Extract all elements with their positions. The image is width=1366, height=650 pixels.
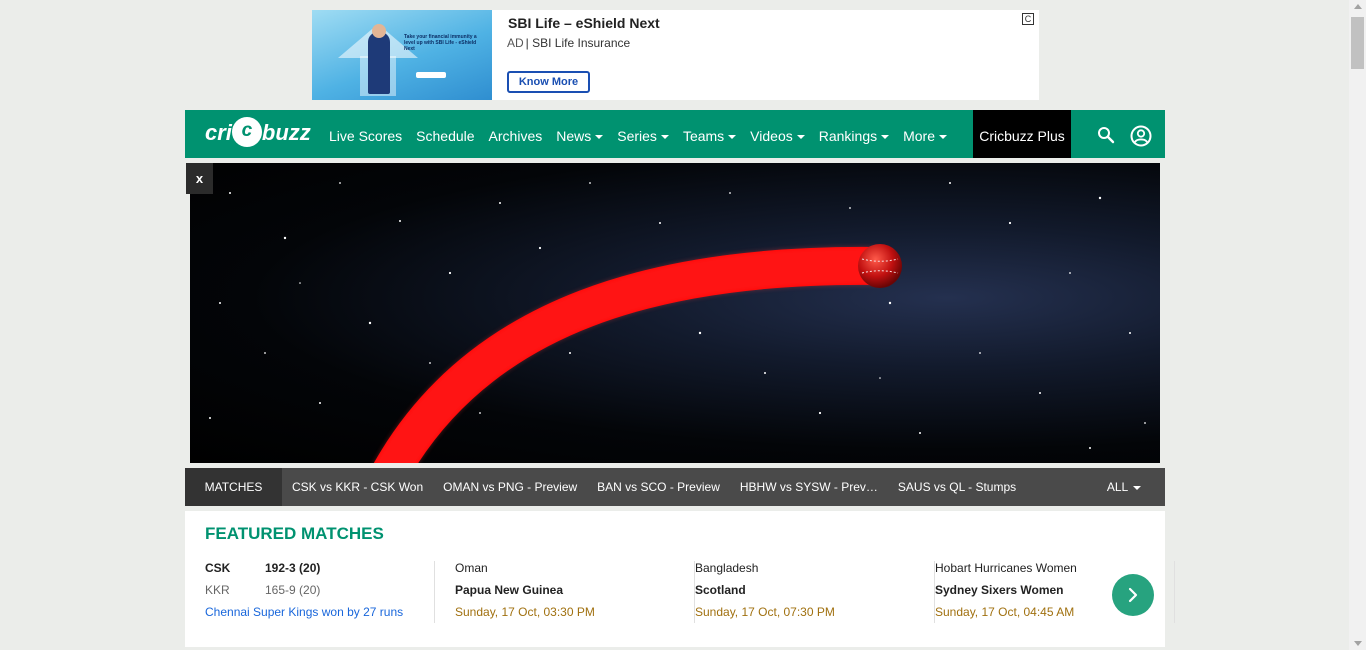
ad-image-text: Take your financial immunity a level up … bbox=[404, 34, 477, 52]
team-name: CSK bbox=[205, 561, 231, 575]
all-label: ALL bbox=[1106, 480, 1129, 494]
ad-title[interactable]: SBI Life – eShield Next bbox=[508, 15, 660, 31]
caret-down-icon bbox=[728, 135, 737, 140]
ad-banner[interactable]: Take your financial immunity a level up … bbox=[312, 10, 1039, 100]
hero-video[interactable] bbox=[190, 163, 1160, 463]
match-link[interactable]: BAN vs SCO - Preview bbox=[587, 468, 730, 506]
match-card[interactable]: Bangladesh Scotland Sunday, 17 Oct, 07:3… bbox=[695, 561, 935, 623]
nav-item-label: Teams bbox=[682, 128, 725, 144]
cricbuzz-logo[interactable]: cri c buzz bbox=[205, 117, 311, 148]
scroll-up-arrow-icon[interactable] bbox=[1354, 4, 1362, 9]
ad-image[interactable]: Take your financial immunity a level up … bbox=[312, 10, 492, 100]
search-icon[interactable] bbox=[1097, 126, 1115, 144]
scrollbar-thumb[interactable] bbox=[1351, 17, 1364, 69]
stars bbox=[209, 182, 1146, 454]
matches-list: CSK vs KKR - CSK Won OMAN vs PNG - Previ… bbox=[282, 468, 1026, 506]
nav-item-teams[interactable]: Teams bbox=[676, 110, 743, 158]
team-name: Oman bbox=[455, 561, 488, 575]
team-row: KKR 165-9 (20) bbox=[205, 583, 320, 597]
hero-graphic bbox=[209, 182, 1146, 463]
nav-item-label: Videos bbox=[750, 128, 793, 144]
ad-image-cta bbox=[416, 72, 446, 78]
team-name: Papua New Guinea bbox=[455, 583, 564, 597]
all-matches-dropdown[interactable]: ALL bbox=[1083, 468, 1165, 506]
nav-item-label: News bbox=[556, 128, 592, 144]
nav-item-archives[interactable]: Archives bbox=[482, 110, 550, 158]
caret-down-icon bbox=[939, 135, 948, 140]
match-result: Chennai Super Kings won by 27 runs bbox=[205, 605, 404, 619]
match-card[interactable]: CSK 192-3 (20) KKR 165-9 (20) Chennai Supe… bbox=[205, 561, 435, 623]
team-name: KKR bbox=[205, 583, 230, 597]
caret-down-icon bbox=[595, 135, 604, 140]
scroll-down-arrow-icon[interactable] bbox=[1354, 641, 1362, 646]
match-time: Sunday, 17 Oct, 03:30 PM bbox=[455, 605, 595, 619]
team-name: Sydney Sixers Women bbox=[935, 583, 1064, 597]
nav-item-live-scores[interactable]: Live Scores bbox=[322, 110, 409, 158]
match-link[interactable]: HBHW vs SYSW - Prev… bbox=[730, 468, 888, 506]
matches-strip: MATCHES CSK vs KKR - CSK Won OMAN vs PNG… bbox=[185, 468, 1165, 506]
close-ad-button[interactable]: x bbox=[186, 163, 213, 194]
nav-item-label: Series bbox=[617, 128, 657, 144]
caret-down-icon bbox=[881, 135, 890, 140]
match-time: Sunday, 17 Oct, 04:45 AM bbox=[935, 605, 1075, 619]
caret-down-icon bbox=[1133, 485, 1142, 490]
next-matches-button[interactable] bbox=[1112, 574, 1154, 616]
know-more-button[interactable]: Know More bbox=[507, 71, 590, 93]
nav-item-rankings[interactable]: Rankings bbox=[812, 110, 896, 158]
nav-item-label: Schedule bbox=[416, 128, 475, 144]
match-card[interactable]: Oman Papua New Guinea Sunday, 17 Oct, 03… bbox=[455, 561, 695, 623]
page-scrollbar[interactable] bbox=[1349, 0, 1366, 650]
ad-tag: AD bbox=[507, 36, 524, 50]
nav-item-label: Archives bbox=[488, 128, 543, 144]
matches-label[interactable]: MATCHES bbox=[185, 468, 282, 506]
ad-person-graphic bbox=[368, 32, 390, 94]
match-link[interactable]: SAUS vs QL - Stumps bbox=[888, 468, 1026, 506]
nav-item-label: More bbox=[903, 128, 936, 144]
chevron-right-icon bbox=[1128, 587, 1138, 603]
match-link[interactable]: CSK vs KKR - CSK Won bbox=[282, 468, 433, 506]
logo-text-suffix: buzz bbox=[261, 120, 311, 145]
team-name: Bangladesh bbox=[695, 561, 759, 575]
nav-item-news[interactable]: News bbox=[549, 110, 610, 158]
nav-item-schedule[interactable]: Schedule bbox=[409, 110, 481, 158]
team-name: Scotland bbox=[695, 583, 746, 597]
nav-item-series[interactable]: Series bbox=[610, 110, 676, 158]
team-name: Hobart Hurricanes Women bbox=[935, 561, 1077, 575]
logo-text-prefix: cri bbox=[205, 120, 232, 145]
team-score: 192-3 (20) bbox=[265, 561, 321, 575]
cricbuzz-plus-button[interactable]: Cricbuzz Plus bbox=[973, 110, 1071, 158]
match-link[interactable]: OMAN vs PNG - Preview bbox=[433, 468, 587, 506]
nav-item-label: Rankings bbox=[818, 128, 878, 144]
logo-circle: c bbox=[231, 117, 262, 148]
featured-matches-section: FEATURED MATCHES CSK 192-3 (20) KKR 165-9 … bbox=[185, 511, 1175, 647]
ad-subtitle: AD | SBI Life Insurance bbox=[507, 36, 630, 50]
user-account-icon[interactable] bbox=[1130, 125, 1152, 147]
adchoices-icon[interactable]: C bbox=[1022, 13, 1034, 25]
ad-person-head bbox=[372, 24, 386, 38]
match-time: Sunday, 17 Oct, 07:30 PM bbox=[695, 605, 835, 619]
team-score: 165-9 (20) bbox=[265, 583, 321, 597]
caret-down-icon bbox=[660, 135, 669, 140]
main-navbar: cri c buzz Live Scores Schedule Archives N… bbox=[185, 110, 1165, 158]
nav-item-videos[interactable]: Videos bbox=[743, 110, 812, 158]
section-title: FEATURED MATCHES bbox=[205, 524, 384, 543]
ad-advertiser: SBI Life Insurance bbox=[532, 36, 631, 50]
nav-item-more[interactable]: More bbox=[896, 110, 954, 158]
team-row: CSK 192-3 (20) bbox=[205, 561, 320, 575]
nav-menu: Live Scores Schedule Archives News Serie… bbox=[322, 110, 954, 158]
cricket-ball bbox=[858, 244, 902, 288]
nav-item-label: Live Scores bbox=[329, 128, 403, 144]
caret-down-icon bbox=[796, 135, 805, 140]
